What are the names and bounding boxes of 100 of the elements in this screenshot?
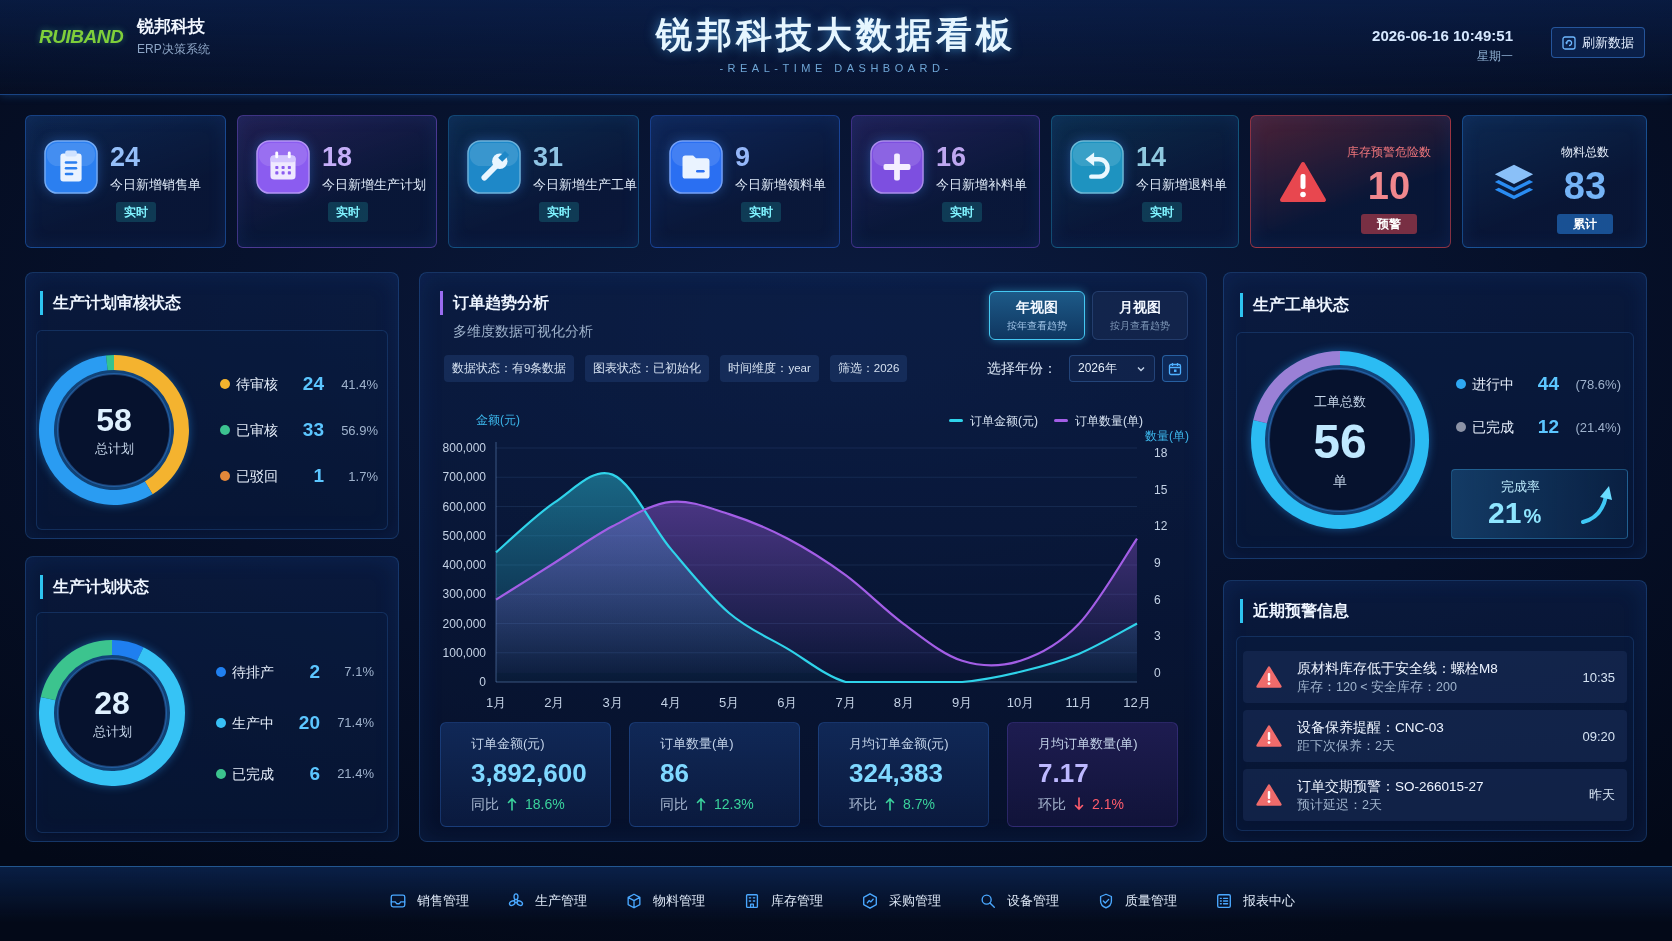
stat-label: 今日新增销售单 xyxy=(110,177,201,194)
tick-label: 6 xyxy=(1154,592,1161,607)
alert-time: 09:20 xyxy=(1582,728,1615,744)
tick-label: 8月 xyxy=(893,695,915,710)
tick-label: 3月 xyxy=(602,695,623,710)
legend-value: 6 xyxy=(308,761,320,786)
stat-value: 24 xyxy=(110,142,141,172)
tick-label: 2月 xyxy=(544,695,565,710)
completion-unit: % xyxy=(1523,505,1542,528)
donut-caption: 总计划 xyxy=(94,440,134,458)
tick-label: 3 xyxy=(1154,629,1161,644)
tick-label: 100,000 xyxy=(442,645,486,660)
legend-label: 待审核 xyxy=(236,375,279,394)
filter-chip: 筛选：2026 xyxy=(829,355,908,382)
legend-label: 进行中 xyxy=(1472,375,1515,394)
summary-label: 月均订单数量(单) xyxy=(1038,736,1138,752)
stat-label: 库存预警危险数 xyxy=(1347,144,1431,160)
alert-detail: 距下次保养：2天 xyxy=(1297,737,1396,755)
legend-label: 已完成 xyxy=(232,764,275,784)
panel-title: 生产工单状态 xyxy=(1240,293,1349,317)
tick-label: 15 xyxy=(1154,482,1168,497)
tick-label: 7月 xyxy=(835,695,856,710)
summary-label: 订单金额(元) xyxy=(471,736,545,752)
stat-value: 83 xyxy=(1563,165,1607,207)
donut-total: 58 xyxy=(96,402,132,438)
legend-value: 20 xyxy=(297,710,320,735)
company-name: 锐邦科技 xyxy=(137,16,207,38)
stat-value: 9 xyxy=(735,142,751,172)
date-time: 2026-06-16 10:49:51 xyxy=(1372,27,1513,45)
tick-label: 12 xyxy=(1154,519,1168,534)
tick-label: 12月 xyxy=(1123,695,1151,710)
completion-value: 21 xyxy=(1488,496,1522,530)
axis-title: 金额(元) xyxy=(476,413,520,427)
alert-title: 订单交期预警：SO-266015-27 xyxy=(1297,777,1485,796)
donut-caption: 工单总数 xyxy=(1314,392,1366,411)
legend-value: 12 xyxy=(1536,415,1559,439)
donut-total: 56 xyxy=(1313,415,1367,468)
alert-detail: 预计延迟：2天 xyxy=(1297,796,1383,814)
completion-label: 完成率 xyxy=(1501,478,1540,496)
logo-wordmark: RUIBAND xyxy=(39,25,124,48)
stat-label: 今日新增补料单 xyxy=(936,177,1027,194)
summary-label: 月均订单金额(元) xyxy=(849,736,949,752)
status-badge: 实时 xyxy=(116,202,156,222)
tick-label: 400,000 xyxy=(442,558,486,572)
stat-value: 14 xyxy=(1136,142,1167,172)
legend-value: 2 xyxy=(308,659,320,684)
status-badge: 累计 xyxy=(1557,214,1613,234)
legend-percent: 21.4% xyxy=(336,766,374,781)
tick-label: 10月 xyxy=(1006,695,1035,710)
year-label: 选择年份： xyxy=(987,359,1057,378)
tick-label: 4月 xyxy=(660,695,681,710)
change-value: 2.1% xyxy=(1092,795,1124,813)
tick-label: 11月 xyxy=(1065,695,1092,710)
legend-value: 44 xyxy=(1536,372,1559,396)
legend-percent: 71.4% xyxy=(336,715,374,730)
stat-label: 今日新增领料单 xyxy=(735,177,826,194)
stat-label: 物料总数 xyxy=(1561,144,1609,160)
status-badge: 实时 xyxy=(741,202,781,222)
legend-percent: 56.9% xyxy=(340,422,378,438)
legend-value: 24 xyxy=(301,372,324,396)
legend-label: 订单金额(元) xyxy=(970,414,1038,428)
summary-value: 324,383 xyxy=(849,757,943,789)
stat-label: 今日新增生产计划 xyxy=(322,177,426,194)
status-badge: 实时 xyxy=(539,202,579,222)
donut-total: 28 xyxy=(94,684,130,721)
legend-label: 已驳回 xyxy=(236,467,279,486)
summary-value: 7.17 xyxy=(1038,757,1089,789)
status-badge: 预警 xyxy=(1361,214,1417,234)
change-value: 18.6% xyxy=(525,795,565,813)
legend-label: 生产中 xyxy=(232,713,275,733)
summary-label: 订单数量(单) xyxy=(660,736,734,752)
tick-label: 0 xyxy=(1154,666,1161,680)
filter-chip: 图表状态：已初始化 xyxy=(585,355,710,382)
status-badge: 实时 xyxy=(1142,202,1182,222)
tick-label: 5月 xyxy=(718,695,740,710)
alert-title: 设备保养提醒：CNC-03 xyxy=(1297,718,1445,737)
tick-label: 600,000 xyxy=(442,499,486,514)
alert-detail: 库存：120 < 安全库存：200 xyxy=(1297,678,1458,696)
tick-label: 500,000 xyxy=(442,528,486,543)
weekday: 星期一 xyxy=(1476,48,1513,64)
stat-value: 16 xyxy=(936,142,967,172)
donut-unit: 单 xyxy=(1333,471,1347,490)
status-badge: 实时 xyxy=(328,202,368,222)
tick-label: 200,000 xyxy=(442,616,486,631)
compare-label: 环比 xyxy=(1038,795,1066,813)
change-value: 12.3% xyxy=(714,795,754,813)
panel-title: 生产计划状态 xyxy=(40,575,149,599)
filter-chip: 数据状态：有9条数据 xyxy=(444,355,575,382)
stat-label: 今日新增生产工单 xyxy=(533,177,637,194)
stat-value: 31 xyxy=(533,142,564,172)
tick-label: 9 xyxy=(1154,556,1161,570)
legend-percent: (21.4%) xyxy=(1574,419,1621,435)
tick-label: 800,000 xyxy=(442,441,486,455)
stat-value: 10 xyxy=(1367,165,1411,207)
summary-value: 3,892,600 xyxy=(471,757,587,789)
change-value: 8.7% xyxy=(903,795,935,813)
panel-title: 生产计划审核状态 xyxy=(40,291,181,315)
stat-value: 18 xyxy=(322,142,353,172)
status-badge: 实时 xyxy=(942,202,982,222)
tick-label: 9月 xyxy=(952,695,973,710)
